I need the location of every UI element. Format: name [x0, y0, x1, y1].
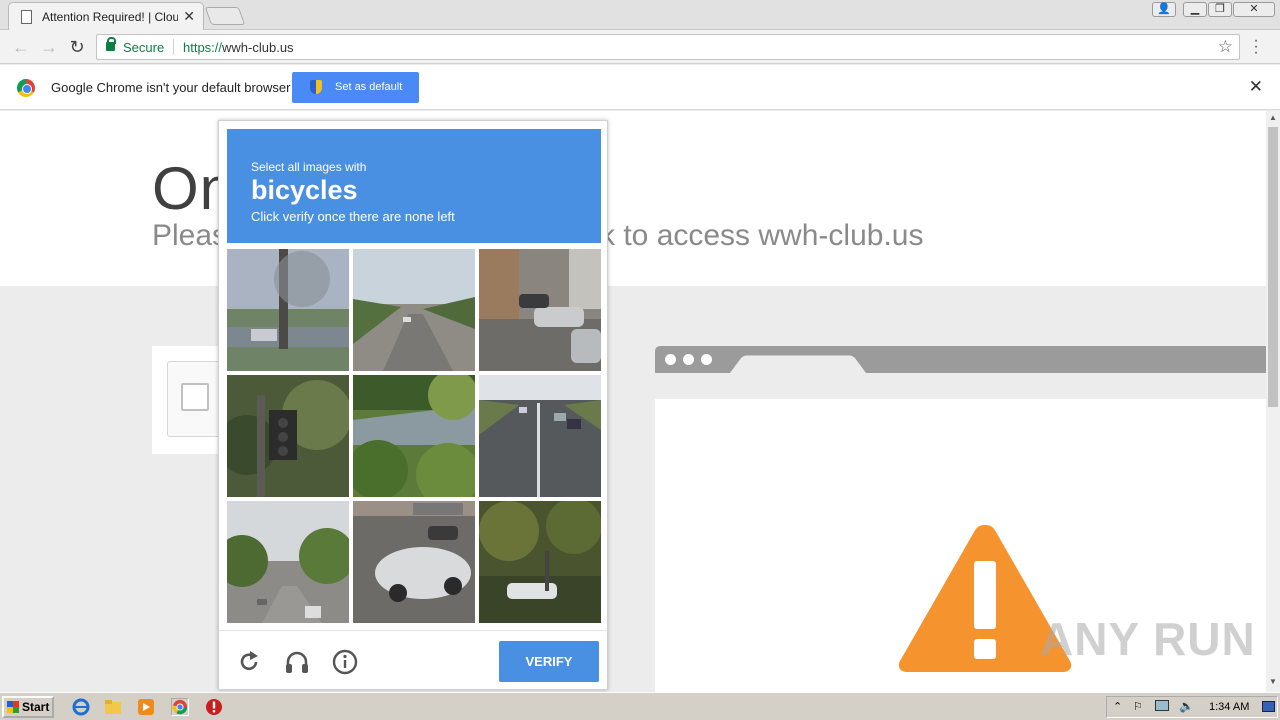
url-text[interactable]: https://wwh-club.us	[183, 40, 294, 55]
image-tile[interactable]	[227, 375, 349, 497]
illustration-dot	[665, 354, 676, 365]
internet-explorer-icon[interactable]	[72, 698, 90, 716]
new-tab-button[interactable]	[204, 7, 246, 25]
anyrun-watermark: ANY RUN	[1040, 613, 1256, 665]
minimize-button[interactable]: ▁	[1183, 2, 1207, 17]
challenge-footer: VERIFY	[219, 630, 607, 690]
bookmark-star-icon[interactable]: ☆	[1218, 37, 1233, 57]
scroll-down-arrow-icon[interactable]: ▼	[1269, 677, 1277, 686]
image-tile[interactable]	[479, 501, 601, 623]
clock[interactable]: 1:34 AM	[1209, 701, 1249, 713]
close-window-button[interactable]: ✕	[1233, 2, 1275, 17]
recaptcha-challenge: Select all images with bicycles Click ve…	[218, 120, 608, 690]
media-player-icon[interactable]	[137, 698, 155, 716]
info-icon[interactable]	[332, 649, 358, 675]
reload-challenge-icon[interactable]	[236, 649, 262, 675]
omnibox-divider	[173, 39, 174, 55]
windows-logo-icon	[7, 701, 19, 713]
maximize-button[interactable]: ❐	[1208, 2, 1232, 17]
folder-icon[interactable]	[104, 698, 122, 716]
illustration-tab	[729, 355, 867, 374]
verify-button[interactable]: VERIFY	[499, 641, 599, 682]
set-as-default-label: Set as default	[335, 81, 403, 93]
windows-taskbar: Start ⌃ ⚐ 🔈 1:34 AM	[0, 692, 1280, 720]
forward-button[interactable]: →	[38, 36, 60, 58]
tab-attention-required[interactable]: Attention Required! | Cloudf ✕	[8, 2, 204, 30]
lock-icon[interactable]	[106, 37, 116, 51]
browser-toolbar: ← → ↻ Secure https://wwh-club.us ☆	[0, 30, 1280, 64]
show-desktop-icon[interactable]	[1262, 701, 1275, 712]
action-center-flag-icon[interactable]: ⚐	[1133, 700, 1143, 713]
page-subtitle-right: k to access wwh-club.us	[600, 219, 924, 252]
back-button[interactable]: ←	[10, 36, 32, 58]
image-tile[interactable]	[227, 249, 349, 371]
illustration-dot	[683, 354, 694, 365]
tab-title: Attention Required! | Cloudf	[42, 10, 178, 24]
system-tray: ⌃ ⚐ 🔈 1:34 AM	[1106, 696, 1278, 718]
url-host: wwh-club.us	[222, 40, 294, 55]
user-icon[interactable]: 👤	[1152, 2, 1176, 17]
url-scheme: https://	[183, 40, 223, 55]
set-as-default-button[interactable]: Set as default	[292, 72, 419, 103]
illustration-titlebar	[655, 346, 1266, 374]
tray-expand-icon[interactable]: ⌃	[1113, 700, 1122, 713]
page-subtitle-left: Pleas	[152, 219, 228, 252]
image-grid	[227, 249, 601, 623]
default-browser-infobar: Google Chrome isn't your default browser…	[0, 65, 1280, 110]
scroll-thumb[interactable]	[1268, 127, 1278, 407]
challenge-hint: Click verify once there are none left	[251, 209, 455, 224]
recaptcha-checkbox[interactable]	[181, 383, 209, 411]
reload-button[interactable]: ↻	[66, 36, 88, 58]
uac-shield-icon	[310, 80, 322, 94]
volume-icon[interactable]: 🔈	[1179, 699, 1194, 713]
challenge-instruction: Select all images with	[251, 160, 367, 174]
start-button[interactable]: Start	[2, 696, 54, 718]
chrome-menu-icon[interactable]: · · ·	[1252, 33, 1260, 61]
network-icon[interactable]	[1155, 700, 1169, 711]
security-alert-icon[interactable]	[205, 698, 223, 716]
cloudflare-header: On Pleas k to access wwh-club.us	[0, 111, 1266, 286]
image-tile[interactable]	[353, 501, 475, 623]
address-bar[interactable]: Secure https://wwh-club.us ☆	[96, 34, 1240, 60]
image-tile[interactable]	[353, 375, 475, 497]
challenge-target: bicycles	[251, 175, 358, 205]
image-tile[interactable]	[479, 375, 601, 497]
secure-label: Secure	[123, 40, 165, 55]
page-icon	[21, 10, 32, 24]
infobar-message: Google Chrome isn't your default browser	[51, 80, 291, 95]
audio-challenge-icon[interactable]	[284, 649, 310, 675]
tab-strip: Attention Required! | Cloudf ✕ 👤 ▁ ❐ ✕	[0, 0, 1280, 30]
image-tile[interactable]	[479, 249, 601, 371]
image-tile[interactable]	[353, 249, 475, 371]
challenge-header: Select all images with bicycles Click ve…	[227, 129, 601, 243]
start-label: Start	[22, 700, 50, 714]
infobar-close-icon[interactable]: ✕	[1249, 77, 1263, 97]
scroll-up-arrow-icon[interactable]: ▲	[1269, 113, 1277, 122]
tab-close-icon[interactable]: ✕	[183, 8, 195, 25]
chrome-logo-icon	[17, 79, 35, 97]
chrome-taskbar-icon[interactable]	[171, 698, 189, 716]
page-scrollbar[interactable]: ▲ ▼	[1266, 111, 1280, 692]
image-tile[interactable]	[227, 501, 349, 623]
illustration-dot	[701, 354, 712, 365]
